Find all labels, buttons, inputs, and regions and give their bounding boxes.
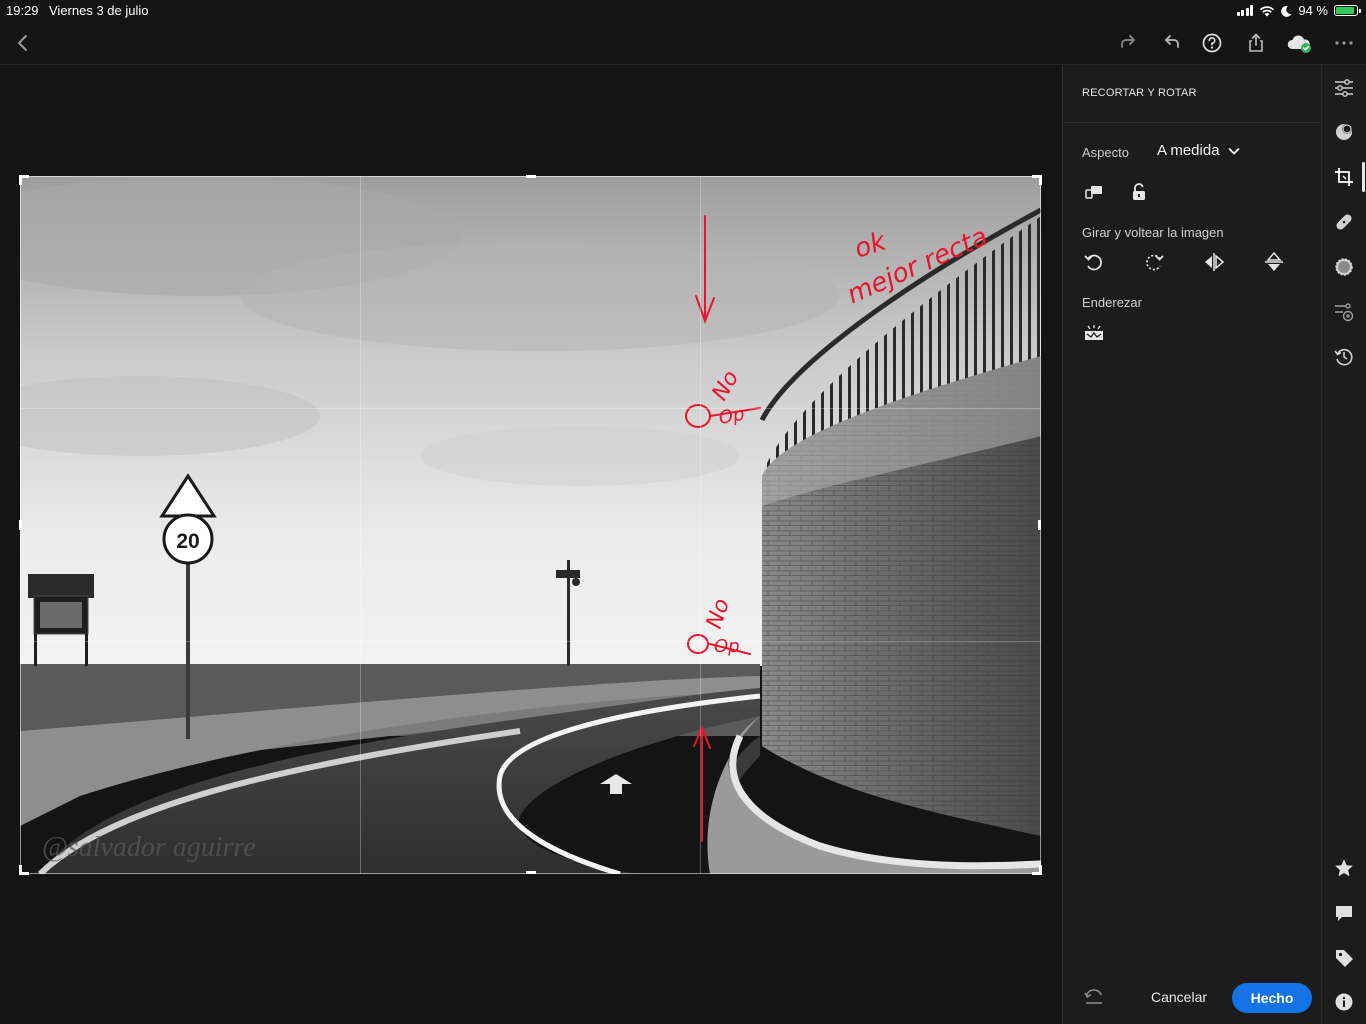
panel-title: RECORTAR Y ROTAR [1082,87,1197,99]
rotate-right-icon[interactable] [1141,249,1167,275]
photo-image[interactable]: 20 @salvador aguirre ok mejor recta No N… [20,176,1041,874]
battery-icon [1334,5,1361,16]
rotate-left-icon[interactable] [1081,249,1107,275]
cloud-sync-icon[interactable] [1286,30,1312,56]
panel-footer: Cancelar Hecho [1063,968,1321,1024]
straighten-section-label: Enderezar [1082,295,1142,310]
comment-icon[interactable] [1332,901,1356,925]
annotation-op-bottom: Op [714,636,740,657]
crop-panel: RECORTAR Y ROTAR Aspecto A medida Girar … [1062,65,1321,1024]
healing-brush-icon[interactable] [1332,210,1356,234]
active-tool-indicator [1362,162,1365,192]
chevron-down-icon [1227,147,1240,155]
aspect-label: Aspecto [1082,145,1129,160]
info-icon[interactable] [1332,990,1356,1014]
edit-sliders-icon[interactable] [1332,76,1356,100]
versions-icon[interactable] [1332,300,1356,324]
aspect-dropdown[interactable]: A medida [1157,142,1240,159]
crop-tool-icon[interactable] [1332,165,1356,189]
flip-vertical-icon[interactable] [1261,249,1287,275]
crop-handle-top[interactable] [526,175,536,178]
crop-handle-left[interactable] [19,520,22,530]
battery-percent: 94 % [1298,3,1328,18]
battery-fill [1336,7,1354,14]
tool-rail [1321,65,1366,1024]
wifi-icon [1260,5,1275,16]
history-icon[interactable] [1332,345,1356,369]
aspect-orientation-icon[interactable] [1081,179,1107,205]
cancel-button[interactable]: Cancelar [1151,989,1207,1005]
reset-icon[interactable] [1081,984,1107,1010]
crop-handle-top-right[interactable] [1032,175,1042,185]
status-time: 19:29 [6,3,39,18]
rotate-section-label: Girar y voltear la imagen [1082,225,1224,240]
crop-handle-right[interactable] [1038,520,1041,530]
undo-icon[interactable] [1159,30,1185,56]
auto-straighten-icon[interactable] [1081,320,1107,346]
star-rating-icon[interactable] [1332,856,1356,880]
speed-limit-text: 20 [176,530,199,553]
status-date: Viernes 3 de julio [49,3,149,18]
status-bar: 19:29 Viernes 3 de julio 94 % [0,0,1366,22]
watermark-text: @salvador aguirre [42,832,256,863]
tag-icon[interactable] [1332,946,1356,970]
crop-handle-top-left[interactable] [19,175,29,185]
flip-horizontal-icon[interactable] [1201,249,1227,275]
done-button[interactable]: Hecho [1232,983,1312,1013]
panel-divider [1063,122,1321,123]
more-icon[interactable] [1331,30,1357,56]
crop-handle-bottom-left[interactable] [19,865,29,875]
status-indicators: 94 % [1236,3,1361,18]
lock-open-icon[interactable] [1126,179,1152,205]
back-icon[interactable] [10,30,36,56]
moon-icon [1281,5,1292,17]
presets-icon[interactable] [1332,120,1356,144]
crop-handle-bottom[interactable] [526,871,536,874]
help-icon[interactable] [1199,30,1225,56]
masking-icon[interactable] [1332,255,1356,279]
redo-icon[interactable] [1115,30,1141,56]
aspect-value: A medida [1157,142,1220,159]
top-toolbar [0,22,1366,65]
share-icon[interactable] [1243,30,1269,56]
cellular-signal-icon [1236,5,1254,16]
annotation-op-top: Op [717,404,746,429]
crop-handle-bottom-right[interactable] [1032,865,1042,875]
